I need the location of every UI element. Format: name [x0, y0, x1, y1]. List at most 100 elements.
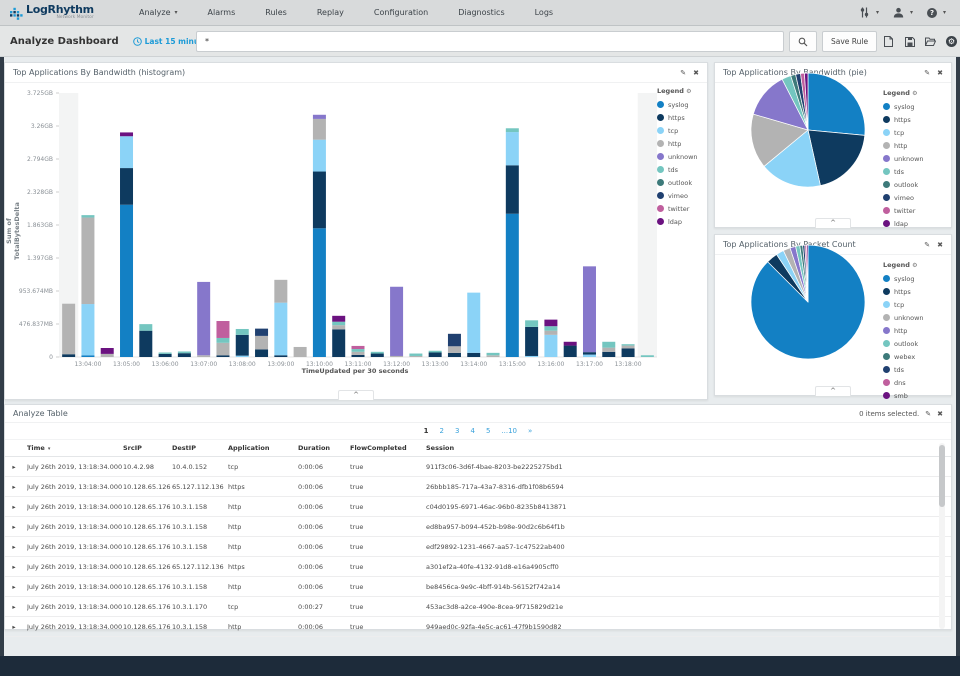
expand-row-icon[interactable]: ▸: [5, 543, 27, 551]
expand-row-icon[interactable]: ▸: [5, 523, 27, 531]
bar-segment-https[interactable]: [139, 330, 153, 357]
close-panel-icon[interactable]: ✖: [937, 69, 943, 77]
settings-button[interactable]: ⚙: [945, 35, 958, 48]
bar-segment-http[interactable]: [602, 347, 616, 352]
bar-segment-https[interactable]: [158, 353, 172, 357]
bar-segment-syslog[interactable]: [505, 213, 519, 357]
legend-item-unknown[interactable]: unknown: [657, 150, 701, 163]
legend-gear-icon[interactable]: ⚙: [686, 88, 691, 95]
page-link-1[interactable]: 1: [424, 427, 429, 435]
save-rule-button[interactable]: Save Rule: [822, 31, 878, 52]
expand-row-icon[interactable]: ▸: [5, 503, 27, 511]
bar-segment-tds[interactable]: [332, 321, 346, 326]
legend-item-ldap[interactable]: ldap: [883, 217, 945, 230]
bar-segment-tds[interactable]: [486, 352, 500, 356]
bar-segment-tds[interactable]: [409, 353, 423, 356]
page-link-...10[interactable]: ...10: [501, 427, 517, 435]
legend-item-tds[interactable]: tds: [657, 163, 701, 176]
nav-item-analyze[interactable]: Analyze ▾: [124, 0, 193, 26]
bar-segment-tds[interactable]: [235, 328, 249, 335]
bar-segment-http[interactable]: [486, 355, 500, 357]
bar-segment-tds[interactable]: [81, 215, 95, 218]
bar-segment-ldap[interactable]: [100, 348, 114, 354]
bar-segment-http[interactable]: [62, 303, 76, 355]
bar-segment-ldap[interactable]: [544, 319, 558, 327]
bar-segment-https[interactable]: [351, 354, 365, 357]
collapse-panel-button[interactable]: ^: [338, 390, 374, 400]
column-header-destip[interactable]: DestIP: [172, 444, 228, 452]
legend-item-tcp[interactable]: tcp: [657, 124, 701, 137]
legend-item-https[interactable]: https: [657, 111, 701, 124]
page-link-4[interactable]: 4: [470, 427, 474, 435]
bar-segment-https[interactable]: [467, 352, 481, 357]
bar-segment-http[interactable]: [197, 355, 211, 357]
bar-segment-https[interactable]: [428, 352, 442, 357]
expand-row-icon[interactable]: ▸: [5, 583, 27, 591]
legend-item-tcp[interactable]: tcp: [883, 126, 945, 139]
column-header-application[interactable]: Application: [228, 444, 298, 452]
column-header-flowcompleted[interactable]: FlowCompleted: [350, 444, 426, 452]
bar-segment-https[interactable]: [255, 349, 269, 357]
edit-panel-icon[interactable]: ✎: [680, 69, 686, 77]
edit-panel-icon[interactable]: ✎: [924, 241, 930, 249]
table-row[interactable]: ▸ July 26th 2019, 13:18:34.000 10.128.65.1…: [5, 597, 951, 617]
column-header-time[interactable]: Time ▾: [27, 444, 123, 452]
bar-segment-https[interactable]: [62, 354, 76, 357]
bar-segment-syslog[interactable]: [120, 204, 134, 357]
legend-item-unknown[interactable]: unknown: [883, 152, 945, 165]
edit-panel-icon[interactable]: ✎: [925, 410, 931, 418]
close-panel-icon[interactable]: ✖: [937, 410, 943, 418]
bar-segment-unknown[interactable]: [312, 114, 326, 119]
bar-segment-unknown[interactable]: [582, 266, 596, 353]
bar-segment-tds[interactable]: [602, 341, 616, 348]
bar-segment-https[interactable]: [274, 355, 288, 357]
query-input[interactable]: [196, 31, 784, 52]
column-header-duration[interactable]: Duration: [298, 444, 350, 452]
bar-segment-https[interactable]: [177, 353, 191, 357]
column-header-srcip[interactable]: SrcIP: [123, 444, 172, 452]
bar-segment-tcp[interactable]: [81, 304, 95, 356]
page-link-3[interactable]: 3: [455, 427, 459, 435]
bar-segment-tds[interactable]: [525, 320, 539, 327]
nav-item-diagnostics[interactable]: Diagnostics: [443, 0, 519, 26]
bar-segment-http[interactable]: [81, 217, 95, 305]
bar-segment-https[interactable]: [332, 329, 346, 357]
legend-item-syslog[interactable]: syslog: [883, 272, 945, 285]
expand-row-icon[interactable]: ▸: [5, 463, 27, 471]
bar-segment-http[interactable]: [621, 345, 635, 349]
close-panel-icon[interactable]: ✖: [693, 69, 699, 77]
bar-segment-tcp[interactable]: [467, 292, 481, 353]
legend-item-tcp[interactable]: tcp: [883, 298, 945, 311]
legend-item-http[interactable]: http: [883, 139, 945, 152]
legend-item-outlook[interactable]: outlook: [883, 178, 945, 191]
legend-item-https[interactable]: https: [883, 285, 945, 298]
bar-segment-twitter[interactable]: [216, 321, 230, 338]
bar-segment-tcp[interactable]: [120, 136, 134, 169]
filters-menu-button[interactable]: ▾: [859, 7, 879, 18]
expand-row-icon[interactable]: ▸: [5, 563, 27, 571]
legend-item-unknown[interactable]: unknown: [883, 311, 945, 324]
bar-segment-vimeo[interactable]: [255, 328, 269, 336]
bar-segment-http[interactable]: [447, 346, 461, 353]
bar-segment-tds[interactable]: [216, 337, 230, 343]
legend-item-http[interactable]: http: [883, 324, 945, 337]
legend-item-syslog[interactable]: syslog: [883, 100, 945, 113]
legend-item-outlook[interactable]: outlook: [657, 176, 701, 189]
bar-segment-tds[interactable]: [428, 350, 442, 353]
bar-segment-tds[interactable]: [544, 326, 558, 331]
bar-segment-unknown[interactable]: [197, 281, 211, 356]
save-session-button[interactable]: [903, 35, 916, 48]
bar-segment-tcp[interactable]: [582, 354, 596, 357]
bar-segment-https[interactable]: [370, 353, 384, 357]
table-row[interactable]: ▸ July 26th 2019, 13:18:34.000 10.128.65.1…: [5, 497, 951, 517]
nav-item-configuration[interactable]: Configuration: [359, 0, 443, 26]
table-row[interactable]: ▸ July 26th 2019, 13:18:34.000 10.128.65.1…: [5, 557, 951, 577]
scrollbar-thumb[interactable]: [939, 445, 945, 507]
bar-segment-https[interactable]: [447, 352, 461, 357]
nav-item-replay[interactable]: Replay: [302, 0, 359, 26]
nav-item-logs[interactable]: Logs: [520, 0, 568, 26]
bar-segment-twitter[interactable]: [351, 345, 365, 350]
bar-segment-http[interactable]: [390, 355, 404, 357]
legend-item-tds[interactable]: tds: [883, 363, 945, 376]
bar-segment-syslog[interactable]: [312, 228, 326, 357]
